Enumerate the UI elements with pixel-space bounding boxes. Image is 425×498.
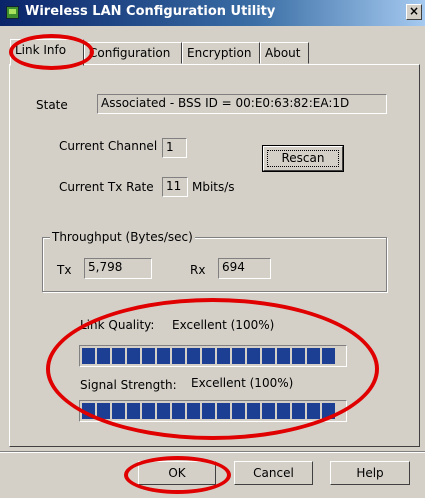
wireless-app-icon	[6, 6, 19, 19]
bar-segment	[127, 348, 140, 364]
bar-segment	[247, 348, 260, 364]
bar-segment	[157, 348, 170, 364]
ok-button[interactable]: OK	[138, 461, 216, 485]
tx-label: Tx	[57, 263, 72, 277]
bar-segment	[82, 403, 95, 419]
rx-label: Rx	[190, 263, 206, 277]
rescan-button[interactable]: Rescan	[262, 145, 344, 172]
bar-segment	[322, 348, 335, 364]
current-channel-field: 1	[162, 138, 187, 158]
bar-segment	[142, 348, 155, 364]
state-field: Associated - BSS ID = 00:E0:63:82:EA:1D	[97, 94, 387, 114]
tab-configuration[interactable]: Configuration	[84, 42, 182, 64]
bar-segment	[127, 403, 140, 419]
current-channel-label: Current Channel	[59, 139, 158, 153]
cancel-button[interactable]: Cancel	[234, 461, 313, 485]
tab-about[interactable]: About	[260, 42, 309, 64]
bar-segment	[232, 348, 245, 364]
window-title: Wireless LAN Configuration Utility	[25, 4, 276, 19]
bar-segment	[277, 348, 290, 364]
bar-segment	[202, 348, 215, 364]
bar-segment	[232, 403, 245, 419]
throughput-group-title: Throughput (Bytes/sec)	[50, 230, 195, 244]
bar-segment	[112, 348, 125, 364]
bar-segment	[307, 348, 320, 364]
current-txrate-field: 11	[162, 177, 188, 197]
current-txrate-label: Current Tx Rate	[59, 180, 154, 194]
bar-segment	[217, 348, 230, 364]
bar-segment	[112, 403, 125, 419]
bar-segment	[172, 403, 185, 419]
link-quality-bar	[79, 345, 347, 367]
tx-field: 5,798	[84, 258, 152, 279]
bar-segment	[97, 348, 110, 364]
bar-segment	[262, 348, 275, 364]
dialog-window: Wireless LAN Configuration Utility × Lin…	[0, 0, 425, 498]
bar-segment	[292, 348, 305, 364]
bar-segment	[217, 403, 230, 419]
rescan-button-label: Rescan	[281, 151, 325, 165]
close-button[interactable]: ×	[406, 4, 422, 20]
bar-segment	[322, 403, 335, 419]
bar-segment	[292, 403, 305, 419]
bar-segment	[187, 348, 200, 364]
bar-segment	[247, 403, 260, 419]
link-quality-value: Excellent (100%)	[172, 318, 275, 332]
footer-separator	[0, 451, 425, 453]
bar-segment	[172, 348, 185, 364]
bar-segment	[277, 403, 290, 419]
link-quality-label: Link Quality:	[80, 318, 155, 332]
help-button[interactable]: Help	[330, 461, 410, 485]
bar-segment	[142, 403, 155, 419]
rx-field: 694	[218, 258, 271, 279]
title-bar: Wireless LAN Configuration Utility ×	[0, 0, 425, 26]
state-label: State	[36, 98, 68, 112]
bar-segment	[157, 403, 170, 419]
bar-segment	[82, 348, 95, 364]
bar-segment	[262, 403, 275, 419]
signal-strength-value: Excellent (100%)	[191, 376, 294, 390]
signal-strength-bar	[79, 400, 347, 422]
txrate-unit: Mbits/s	[192, 180, 235, 194]
tab-encryption[interactable]: Encryption	[182, 42, 260, 64]
signal-strength-label: Signal Strength:	[80, 378, 177, 392]
bar-segment	[97, 403, 110, 419]
bar-segment	[187, 403, 200, 419]
tab-link-info[interactable]: Link Info	[10, 39, 84, 66]
bar-segment	[202, 403, 215, 419]
bar-segment	[307, 403, 320, 419]
